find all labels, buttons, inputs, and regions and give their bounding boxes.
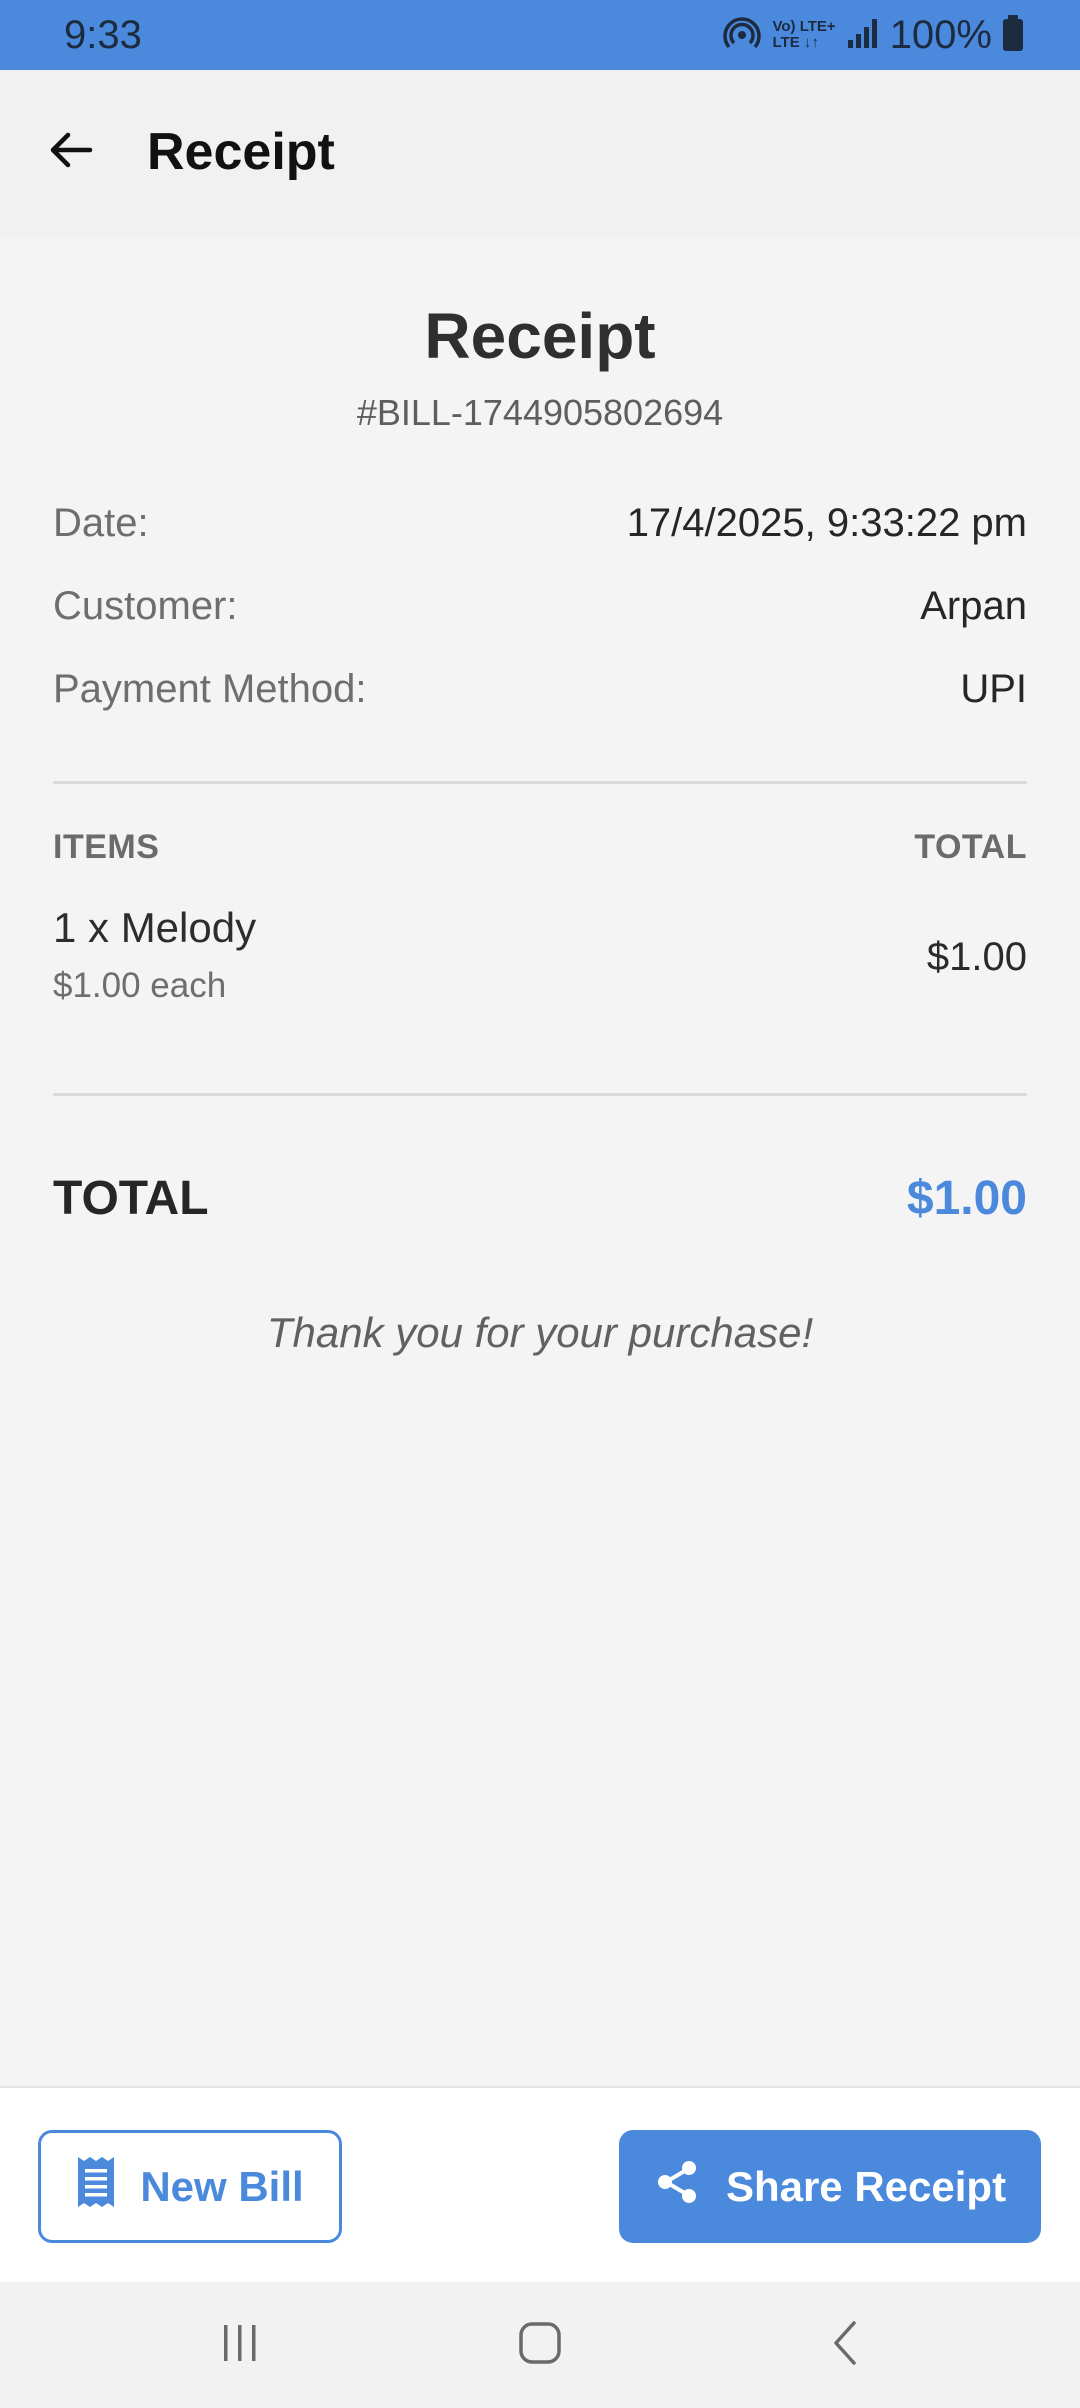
thank-you-message: Thank you for your purchase! bbox=[266, 1309, 814, 1356]
divider bbox=[53, 781, 1027, 784]
battery-icon bbox=[1002, 14, 1024, 57]
page-title: Receipt bbox=[147, 123, 335, 181]
date-value: 17/4/2025, 9:33:22 pm bbox=[626, 500, 1027, 545]
item-total: $1.00 bbox=[926, 935, 1027, 979]
volte-bottom-label: LTE ↓↑ bbox=[772, 34, 819, 51]
payment-method-row: Payment Method: UPI bbox=[53, 664, 1027, 714]
receipt-heading: Receipt bbox=[424, 300, 656, 372]
recent-apps-button[interactable] bbox=[200, 2312, 280, 2378]
arrow-left-icon bbox=[46, 126, 94, 179]
divider bbox=[53, 1093, 1027, 1096]
items-header: ITEMS TOTAL bbox=[53, 828, 1027, 867]
list-item: 1 x Melody $1.00 each $1.00 bbox=[53, 903, 1027, 1013]
customer-row: Customer: Arpan bbox=[53, 581, 1027, 631]
status-time: 9:33 bbox=[64, 13, 142, 57]
hotspot-icon bbox=[722, 13, 762, 58]
payment-method-label: Payment Method: bbox=[53, 666, 367, 711]
volte-top-label: Vo) LTE+ bbox=[772, 18, 836, 35]
share-receipt-button[interactable]: Share Receipt bbox=[619, 2130, 1041, 2243]
battery-percent: 100% bbox=[889, 13, 992, 57]
total-column-header: TOTAL bbox=[914, 828, 1027, 866]
date-row: Date: 17/4/2025, 9:33:22 pm bbox=[53, 498, 1027, 548]
share-icon bbox=[654, 2159, 700, 2215]
customer-value: Arpan bbox=[920, 583, 1027, 628]
system-nav-bar bbox=[0, 2282, 1080, 2408]
payment-method-value: UPI bbox=[960, 666, 1027, 711]
app-bar: Receipt bbox=[0, 70, 1080, 238]
item-unit-price: $1.00 each bbox=[53, 966, 227, 1005]
back-nav-button[interactable] bbox=[806, 2312, 886, 2378]
grand-total-value: $1.00 bbox=[906, 1171, 1027, 1225]
status-icons: Vo) LTE+ LTE ↓↑ 100% bbox=[722, 10, 1024, 60]
grand-total-row: TOTAL $1.00 bbox=[53, 1168, 1027, 1228]
back-button[interactable] bbox=[38, 120, 102, 184]
recent-apps-icon bbox=[218, 2321, 262, 2370]
status-bar: 9:33 Vo) LTE+ LTE ↓↑ 100% bbox=[0, 0, 1080, 70]
receipt-icon bbox=[76, 2155, 116, 2219]
share-receipt-label: Share Receipt bbox=[725, 2162, 1007, 2210]
items-column-header: ITEMS bbox=[53, 828, 160, 866]
new-bill-label: New Bill bbox=[140, 2162, 304, 2210]
back-nav-icon bbox=[826, 2319, 866, 2372]
receipt-number: #BILL-1744905802694 bbox=[356, 392, 724, 433]
signal-icon bbox=[846, 16, 880, 55]
grand-total-label: TOTAL bbox=[53, 1171, 209, 1225]
date-label: Date: bbox=[53, 500, 149, 545]
action-bar: New Bill Share Receipt bbox=[0, 2086, 1080, 2284]
volte-icon: Vo) LTE+ LTE ↓↑ bbox=[772, 19, 835, 51]
home-button[interactable] bbox=[500, 2312, 580, 2378]
customer-label: Customer: bbox=[53, 583, 238, 628]
receipt-content: Receipt #BILL-1744905802694 Date: 17/4/2… bbox=[0, 238, 1080, 2088]
home-icon bbox=[517, 2320, 563, 2371]
item-name: 1 x Melody bbox=[53, 904, 257, 951]
new-bill-button[interactable]: New Bill bbox=[38, 2130, 342, 2243]
